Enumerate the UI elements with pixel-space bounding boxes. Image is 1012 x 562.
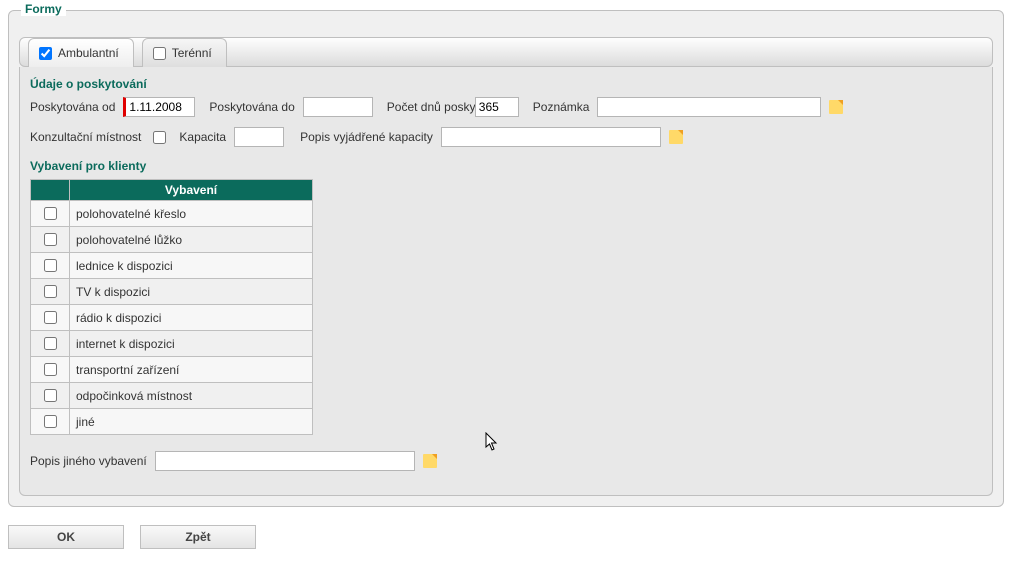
back-button[interactable]: Zpět xyxy=(140,525,256,549)
section-formy-legend: Formy xyxy=(21,2,66,16)
popis-jineho-input[interactable] xyxy=(155,451,415,471)
poskytovana-od-input[interactable] xyxy=(123,97,195,117)
table-cell-check xyxy=(31,201,70,227)
vybaveni-item-label: odpočinková místnost xyxy=(70,383,313,409)
vybaveni-table: Vybavení polohovatelné křeslopolohovatel… xyxy=(30,179,313,435)
table-cell-check xyxy=(31,409,70,435)
tab-ambulantni[interactable]: Ambulantní xyxy=(28,38,134,67)
row-other: Popis jiného vybavení xyxy=(30,451,982,471)
vybaveni-col-header: Vybavení xyxy=(70,180,313,201)
tab-ambulantni-label: Ambulantní xyxy=(58,46,119,60)
vybaveni-item-label: polohovatelné křeslo xyxy=(70,201,313,227)
vybaveni-item-label: internet k dispozici xyxy=(70,331,313,357)
vybaveni-item-check[interactable] xyxy=(44,233,57,246)
button-row: OK Zpět xyxy=(8,525,1004,549)
table-cell-check xyxy=(31,331,70,357)
tab-body: Údaje o poskytování Poskytována od Posky… xyxy=(19,67,993,496)
tab-terenni[interactable]: Terénní xyxy=(142,38,227,67)
konzultacni-check[interactable] xyxy=(153,131,166,144)
vybaveni-item-check[interactable] xyxy=(44,415,57,428)
udaje-legend: Údaje o poskytování xyxy=(30,77,982,91)
table-cell-check xyxy=(31,357,70,383)
table-row: odpočinková místnost xyxy=(31,383,313,409)
vybaveni-item-check[interactable] xyxy=(44,337,57,350)
vybaveni-item-check[interactable] xyxy=(44,259,57,272)
kapacita-label: Kapacita xyxy=(179,130,226,144)
vybaveni-item-label: transportní zařízení xyxy=(70,357,313,383)
vybaveni-item-label: polohovatelné lůžko xyxy=(70,227,313,253)
table-cell-check xyxy=(31,305,70,331)
table-cell-check xyxy=(31,253,70,279)
table-cell-check xyxy=(31,383,70,409)
poznamka-label: Poznámka xyxy=(533,100,590,114)
table-row: transportní zařízení xyxy=(31,357,313,383)
vybaveni-legend: Vybavení pro klienty xyxy=(30,159,982,173)
table-row: polohovatelné křeslo xyxy=(31,201,313,227)
note-icon[interactable] xyxy=(423,454,437,468)
vybaveni-item-label: jiné xyxy=(70,409,313,435)
poskytovana-do-input[interactable] xyxy=(303,97,373,117)
popis-kap-label: Popis vyjádřené kapacity xyxy=(300,130,433,144)
table-cell-check xyxy=(31,227,70,253)
konzultacni-label: Konzultační místnost xyxy=(30,130,141,144)
vybaveni-item-label: lednice k dispozici xyxy=(70,253,313,279)
vybaveni-item-label: TV k dispozici xyxy=(70,279,313,305)
poznamka-input[interactable] xyxy=(597,97,821,117)
table-row: internet k dispozici xyxy=(31,331,313,357)
poskytovana-do-label: Poskytována do xyxy=(209,100,294,114)
vybaveni-item-check[interactable] xyxy=(44,207,57,220)
table-row: TV k dispozici xyxy=(31,279,313,305)
ok-button[interactable]: OK xyxy=(8,525,124,549)
tab-ambulantni-check[interactable] xyxy=(39,47,52,60)
vybaveni-item-check[interactable] xyxy=(44,311,57,324)
pocet-dnu-label: Počet dnů poskytování xyxy=(387,101,467,114)
poskytovana-od-label: Poskytována od xyxy=(30,100,115,114)
tab-terenni-check[interactable] xyxy=(153,47,166,60)
table-cell-check xyxy=(31,279,70,305)
table-row: polohovatelné lůžko xyxy=(31,227,313,253)
vybaveni-item-check[interactable] xyxy=(44,363,57,376)
popis-kap-input[interactable] xyxy=(441,127,661,147)
vybaveni-item-label: rádio k dispozici xyxy=(70,305,313,331)
section-formy: Formy Ambulantní Terénní Údaje o poskyto… xyxy=(8,10,1004,507)
vybaveni-item-check[interactable] xyxy=(44,389,57,402)
table-row: jiné xyxy=(31,409,313,435)
vybaveni-col-check xyxy=(31,180,70,201)
tabbar: Ambulantní Terénní xyxy=(19,37,993,67)
note-icon[interactable] xyxy=(829,100,843,114)
table-row: rádio k dispozici xyxy=(31,305,313,331)
pocet-dnu-input[interactable] xyxy=(475,97,519,117)
row-udaje-1: Poskytována od Poskytována do Počet dnů … xyxy=(30,97,982,117)
row-udaje-2: Konzultační místnost Kapacita Popis vyjá… xyxy=(30,127,982,147)
kapacita-input[interactable] xyxy=(234,127,284,147)
note-icon[interactable] xyxy=(669,130,683,144)
table-row: lednice k dispozici xyxy=(31,253,313,279)
popis-jineho-label: Popis jiného vybavení xyxy=(30,454,147,468)
tab-terenni-label: Terénní xyxy=(172,46,212,60)
vybaveni-item-check[interactable] xyxy=(44,285,57,298)
